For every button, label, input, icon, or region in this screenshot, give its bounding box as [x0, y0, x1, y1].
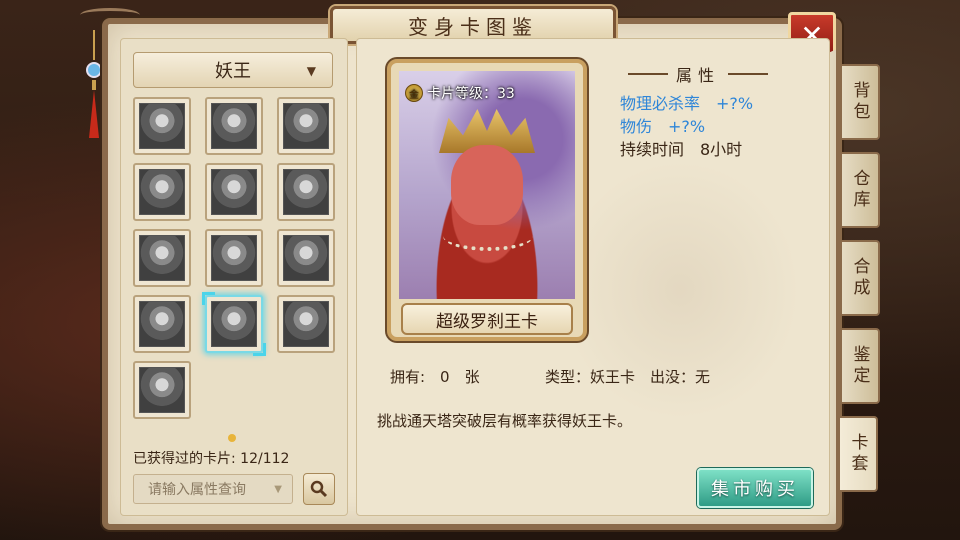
card-thumbnail[interactable] — [133, 229, 191, 287]
card-level: 金 卡片等级：33 — [405, 83, 515, 103]
chevron-down-icon: ▼ — [274, 483, 282, 495]
card-portrait — [139, 169, 185, 215]
tab-warehouse[interactable]: 仓库 — [842, 152, 880, 228]
card-thumbnail[interactable] — [277, 229, 335, 287]
tab-card-set[interactable]: 卡套 — [840, 416, 878, 492]
category-dropdown-label: 妖王 — [215, 61, 251, 82]
card-thumbnail[interactable] — [133, 97, 191, 155]
obtained-count: 已获得过的卡片: 12/112 — [133, 451, 290, 467]
chevron-down-icon: ▼ — [306, 64, 316, 78]
card-portrait — [211, 301, 257, 347]
card-portrait — [283, 103, 329, 149]
card-thumbnail[interactable] — [277, 163, 335, 221]
card-display: 金 卡片等级：33 超级罗刹王卡 — [387, 59, 587, 341]
card-thumbnail[interactable] — [277, 295, 335, 353]
card-portrait — [283, 301, 329, 347]
card-artwork — [399, 71, 575, 299]
necklace-shape — [443, 221, 533, 251]
search-button[interactable] — [303, 473, 335, 505]
card-portrait — [283, 235, 329, 281]
attribute-crit-rate: 物理必杀率 +?% — [620, 94, 754, 113]
card-thumbnail[interactable] — [133, 163, 191, 221]
card-portrait — [139, 367, 185, 413]
tab-bag[interactable]: 背包 — [842, 64, 880, 140]
hanging-charm-icon — [86, 30, 102, 138]
title-ornament-left — [80, 8, 140, 22]
card-grid — [133, 97, 343, 419]
card-thumbnail-selected[interactable] — [202, 292, 266, 356]
attributes-title: 属性 — [675, 66, 720, 85]
card-thumbnail[interactable] — [133, 361, 191, 419]
card-type-info: 类型：妖王卡 出没：无 — [545, 368, 711, 386]
card-thumbnail[interactable] — [205, 163, 263, 221]
card-portrait — [211, 169, 257, 215]
card-portrait — [139, 235, 185, 281]
card-portrait — [211, 103, 257, 149]
card-name: 超级罗刹王卡 — [401, 303, 573, 335]
card-portrait — [211, 235, 257, 281]
category-dropdown[interactable]: 妖王 ▼ — [133, 52, 333, 88]
search-placeholder: 请输入属性查询 — [148, 482, 246, 498]
market-buy-button[interactable]: 集市购买 — [697, 468, 813, 508]
attribute-search-input[interactable]: 请输入属性查询 ▼ — [133, 474, 293, 504]
divider — [627, 73, 668, 75]
owned-count: 拥有: 0 张 — [390, 368, 480, 386]
card-portrait — [283, 169, 329, 215]
card-thumbnail[interactable] — [205, 229, 263, 287]
tab-synthesis[interactable]: 合成 — [842, 240, 880, 316]
tab-appraisal[interactable]: 鉴定 — [842, 328, 880, 404]
search-icon — [310, 480, 328, 498]
card-thumbnail[interactable] — [133, 295, 191, 353]
card-thumbnail[interactable] — [205, 97, 263, 155]
gold-rank-icon: 金 — [405, 84, 423, 102]
attribute-physical-damage: 物伤 +?% — [620, 117, 706, 136]
demon-face-shape — [451, 145, 523, 225]
card-thumbnail[interactable] — [277, 97, 335, 155]
divider — [728, 73, 768, 75]
card-description: 挑战通天塔突破层有概率获得妖王卡。 — [377, 412, 633, 430]
attributes-header: 属性 — [618, 62, 778, 86]
card-portrait — [139, 301, 185, 347]
card-portrait — [139, 103, 185, 149]
scroll-indicator-dot — [228, 434, 236, 442]
card-level-text: 卡片等级：33 — [427, 86, 515, 102]
attribute-duration: 持续时间 8小时 — [620, 140, 743, 159]
